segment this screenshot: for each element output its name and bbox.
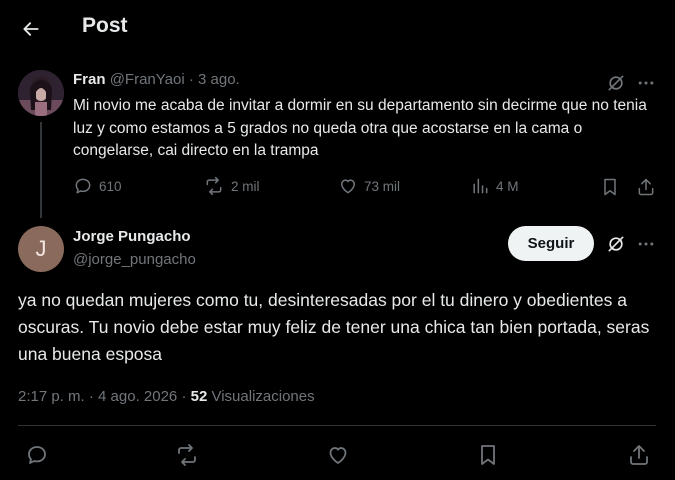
bookmark-icon: [604, 178, 616, 196]
repost-button[interactable]: [172, 440, 202, 470]
divider: [18, 425, 656, 426]
follow-button[interactable]: Seguir: [508, 226, 594, 261]
repost-button[interactable]: 2 mil: [203, 176, 260, 196]
view-count: 52: [190, 388, 208, 405]
author-handle[interactable]: @jorge_pungacho: [73, 251, 196, 268]
share-icon: [630, 445, 648, 465]
views-label: Visualizaciones: [211, 388, 315, 405]
share-button[interactable]: [624, 440, 654, 470]
post-timestamp[interactable]: 2:17 p. m. · 4 ago. 2026: [18, 388, 177, 405]
grok-button[interactable]: [604, 233, 628, 255]
like-button[interactable]: 73 mil: [338, 176, 400, 196]
grok-icon: [608, 236, 624, 252]
more-options-button[interactable]: [635, 72, 657, 94]
author-name[interactable]: Jorge Pungacho: [73, 228, 191, 245]
grok-icon: [608, 75, 624, 91]
heart-icon: [329, 447, 347, 464]
more-horizontal-icon: [638, 81, 654, 85]
arrow-left-icon: [23, 22, 39, 36]
repost-icon: [206, 176, 222, 196]
heart-icon: [341, 179, 355, 194]
reply-icon: [28, 446, 46, 464]
avatar[interactable]: [18, 70, 64, 116]
separator-dot: ·: [184, 71, 199, 88]
analytics-icon: [473, 178, 488, 194]
bookmark-button[interactable]: [473, 440, 503, 470]
page-title: Post: [82, 14, 128, 37]
reply-button[interactable]: 610: [73, 176, 122, 196]
like-count: 73 mil: [364, 178, 401, 194]
bookmark-button[interactable]: [599, 176, 621, 198]
separator-dot: ·: [177, 388, 191, 405]
post-text: ya no quedan mujeres como tu, desinteres…: [18, 290, 650, 364]
thread-connector-line: [40, 122, 42, 218]
share-icon: [638, 178, 654, 196]
reply-count: 610: [99, 178, 122, 194]
repost-count: 2 mil: [231, 178, 260, 194]
more-options-button[interactable]: [635, 233, 657, 255]
post-date[interactable]: 3 ago.: [198, 71, 240, 88]
view-count: 4 M: [496, 178, 519, 194]
author-handle[interactable]: @FranYaoi: [110, 71, 185, 88]
reply-button[interactable]: [22, 440, 52, 470]
back-button[interactable]: [16, 14, 46, 44]
share-button[interactable]: [635, 176, 657, 198]
profile-picture: [18, 70, 64, 116]
top-bar: Post: [0, 0, 675, 55]
like-button[interactable]: [323, 440, 353, 470]
author-name[interactable]: Fran: [73, 71, 106, 88]
reply-icon: [75, 178, 91, 194]
post-header: Fran @FranYaoi · 3 ago.: [73, 71, 240, 88]
more-horizontal-icon: [638, 242, 654, 246]
avatar[interactable]: J: [18, 226, 64, 272]
post-meta: 2:17 p. m. · 4 ago. 2026 · 52 Visualizac…: [18, 388, 315, 405]
post-text: Mi novio me acaba de invitar a dormir en…: [73, 97, 647, 159]
repost-icon: [178, 444, 196, 466]
views-button[interactable]: 4 M: [470, 176, 519, 196]
bookmark-icon: [481, 445, 495, 465]
grok-button[interactable]: [604, 72, 628, 94]
